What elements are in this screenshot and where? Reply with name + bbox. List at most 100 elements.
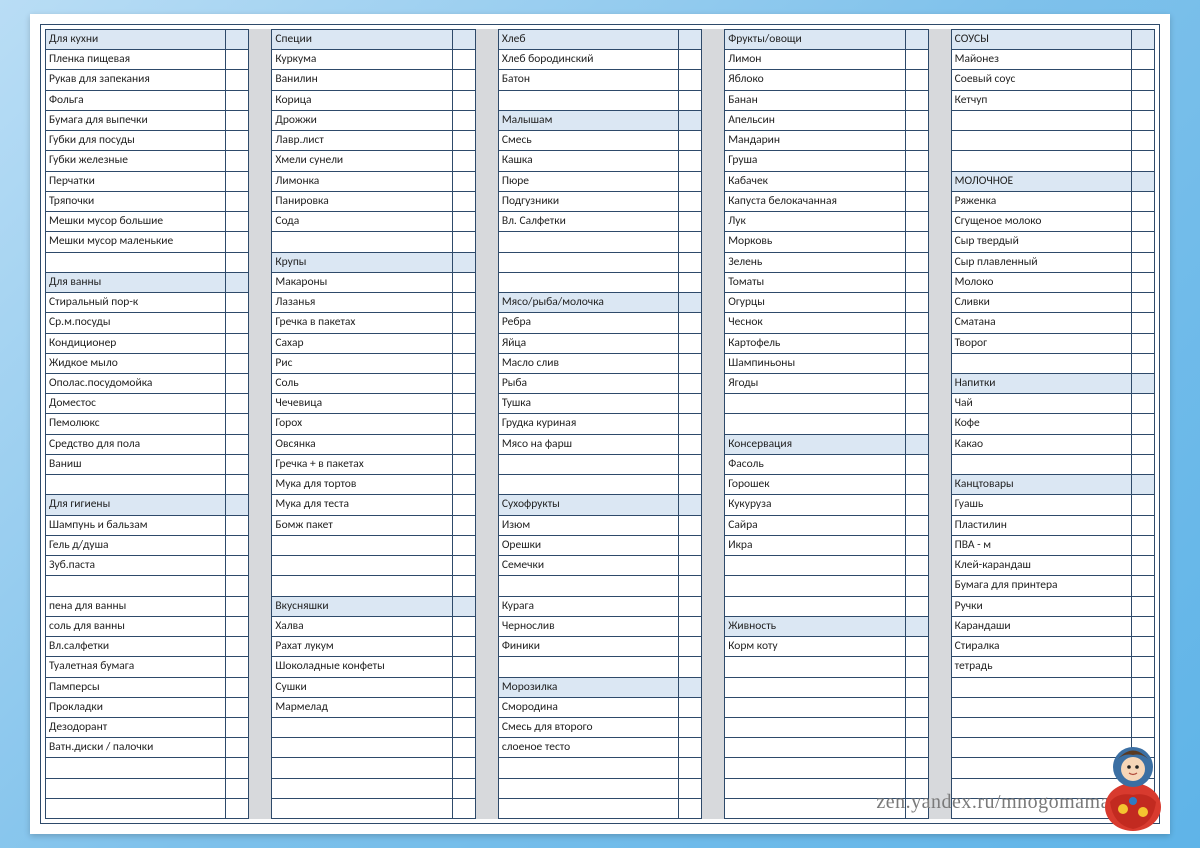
checkbox-cell[interactable] — [226, 758, 249, 777]
checkbox-cell[interactable] — [453, 131, 476, 150]
checkbox-cell[interactable] — [226, 718, 249, 737]
checkbox-cell[interactable] — [226, 50, 249, 69]
checkbox-cell[interactable] — [679, 738, 702, 757]
checkbox-cell[interactable] — [226, 516, 249, 535]
checkbox-cell[interactable] — [453, 293, 476, 312]
checkbox-cell[interactable] — [906, 374, 929, 393]
checkbox-cell[interactable] — [906, 718, 929, 737]
checkbox-cell[interactable] — [226, 313, 249, 332]
checkbox-cell[interactable] — [1132, 172, 1155, 191]
checkbox-cell[interactable] — [906, 414, 929, 433]
checkbox-cell[interactable] — [1132, 131, 1155, 150]
checkbox-cell[interactable] — [226, 637, 249, 656]
checkbox-cell[interactable] — [679, 576, 702, 595]
checkbox-cell[interactable] — [226, 192, 249, 211]
checkbox-cell[interactable] — [226, 495, 249, 514]
checkbox-cell[interactable] — [226, 435, 249, 454]
checkbox-cell[interactable] — [226, 597, 249, 616]
checkbox-cell[interactable] — [1132, 50, 1155, 69]
checkbox-cell[interactable] — [226, 617, 249, 636]
checkbox-cell[interactable] — [453, 799, 476, 818]
checkbox-cell[interactable] — [679, 495, 702, 514]
checkbox-cell[interactable] — [1132, 475, 1155, 494]
checkbox-cell[interactable] — [453, 678, 476, 697]
checkbox-cell[interactable] — [679, 293, 702, 312]
checkbox-cell[interactable] — [226, 253, 249, 272]
checkbox-cell[interactable] — [906, 50, 929, 69]
checkbox-cell[interactable] — [679, 151, 702, 170]
checkbox-cell[interactable] — [453, 475, 476, 494]
checkbox-cell[interactable] — [679, 192, 702, 211]
checkbox-cell[interactable] — [1132, 394, 1155, 413]
checkbox-cell[interactable] — [453, 374, 476, 393]
checkbox-cell[interactable] — [679, 212, 702, 231]
checkbox-cell[interactable] — [906, 597, 929, 616]
checkbox-cell[interactable] — [1132, 293, 1155, 312]
checkbox-cell[interactable] — [226, 738, 249, 757]
checkbox-cell[interactable] — [906, 516, 929, 535]
checkbox-cell[interactable] — [453, 698, 476, 717]
checkbox-cell[interactable] — [679, 536, 702, 555]
checkbox-cell[interactable] — [679, 475, 702, 494]
checkbox-cell[interactable] — [679, 354, 702, 373]
checkbox-cell[interactable] — [679, 455, 702, 474]
checkbox-cell[interactable] — [906, 475, 929, 494]
checkbox-cell[interactable] — [453, 617, 476, 636]
checkbox-cell[interactable] — [679, 111, 702, 130]
checkbox-cell[interactable] — [906, 131, 929, 150]
checkbox-cell[interactable] — [226, 232, 249, 251]
checkbox-cell[interactable] — [1132, 678, 1155, 697]
checkbox-cell[interactable] — [679, 334, 702, 353]
checkbox-cell[interactable] — [1132, 334, 1155, 353]
checkbox-cell[interactable] — [906, 172, 929, 191]
checkbox-cell[interactable] — [906, 334, 929, 353]
checkbox-cell[interactable] — [453, 536, 476, 555]
checkbox-cell[interactable] — [226, 799, 249, 818]
checkbox-cell[interactable] — [453, 597, 476, 616]
checkbox-cell[interactable] — [906, 273, 929, 292]
checkbox-cell[interactable] — [226, 273, 249, 292]
checkbox-cell[interactable] — [906, 212, 929, 231]
checkbox-cell[interactable] — [453, 91, 476, 110]
checkbox-cell[interactable] — [906, 192, 929, 211]
checkbox-cell[interactable] — [906, 556, 929, 575]
checkbox-cell[interactable] — [226, 172, 249, 191]
checkbox-cell[interactable] — [453, 273, 476, 292]
checkbox-cell[interactable] — [1132, 414, 1155, 433]
checkbox-cell[interactable] — [679, 394, 702, 413]
checkbox-cell[interactable] — [1132, 374, 1155, 393]
checkbox-cell[interactable] — [226, 556, 249, 575]
checkbox-cell[interactable] — [226, 30, 249, 49]
checkbox-cell[interactable] — [906, 536, 929, 555]
checkbox-cell[interactable] — [906, 617, 929, 636]
checkbox-cell[interactable] — [679, 597, 702, 616]
checkbox-cell[interactable] — [906, 678, 929, 697]
checkbox-cell[interactable] — [679, 50, 702, 69]
checkbox-cell[interactable] — [906, 495, 929, 514]
checkbox-cell[interactable] — [453, 738, 476, 757]
checkbox-cell[interactable] — [679, 556, 702, 575]
checkbox-cell[interactable] — [226, 212, 249, 231]
checkbox-cell[interactable] — [226, 131, 249, 150]
checkbox-cell[interactable] — [679, 273, 702, 292]
checkbox-cell[interactable] — [226, 394, 249, 413]
checkbox-cell[interactable] — [453, 253, 476, 272]
checkbox-cell[interactable] — [453, 334, 476, 353]
checkbox-cell[interactable] — [1132, 30, 1155, 49]
checkbox-cell[interactable] — [1132, 556, 1155, 575]
checkbox-cell[interactable] — [679, 313, 702, 332]
checkbox-cell[interactable] — [1132, 657, 1155, 676]
checkbox-cell[interactable] — [1132, 718, 1155, 737]
checkbox-cell[interactable] — [679, 70, 702, 89]
checkbox-cell[interactable] — [226, 111, 249, 130]
checkbox-cell[interactable] — [679, 698, 702, 717]
checkbox-cell[interactable] — [679, 414, 702, 433]
checkbox-cell[interactable] — [906, 151, 929, 170]
checkbox-cell[interactable] — [453, 111, 476, 130]
checkbox-cell[interactable] — [226, 70, 249, 89]
checkbox-cell[interactable] — [1132, 597, 1155, 616]
checkbox-cell[interactable] — [1132, 637, 1155, 656]
checkbox-cell[interactable] — [679, 758, 702, 777]
checkbox-cell[interactable] — [906, 293, 929, 312]
checkbox-cell[interactable] — [906, 91, 929, 110]
